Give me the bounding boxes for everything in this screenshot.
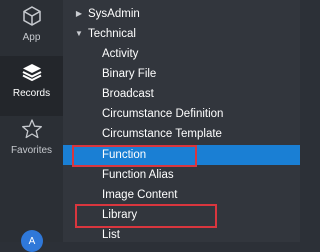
tree-item-image-content[interactable]: Image Content: [63, 185, 300, 205]
cube-icon: [22, 6, 41, 26]
tree-item-label: List: [102, 229, 120, 241]
chevron-right-icon[interactable]: ▶: [74, 4, 84, 24]
nav-app-label: App: [22, 32, 41, 43]
records-tree: ▶ SysAdmin ▼ Technical Activity Binary F…: [63, 0, 300, 242]
nav-favorites[interactable]: Favorites: [0, 113, 63, 173]
tree-item-label: Activity: [102, 48, 139, 60]
left-nav-rail: App Records Favorites A: [0, 0, 63, 252]
tree-group-label: Technical: [88, 28, 136, 40]
tree-item-circumstance-template[interactable]: Circumstance Template: [63, 124, 300, 144]
tree-item-label: Broadcast: [102, 88, 154, 100]
chevron-down-icon[interactable]: ▼: [74, 24, 84, 44]
tree-item-label: Image Content: [102, 189, 178, 201]
tree-item-label: Circumstance Template: [102, 128, 222, 140]
nav-records-label: Records: [12, 88, 51, 99]
tree-group-sysadmin[interactable]: ▶ SysAdmin: [63, 4, 300, 24]
tree-group-technical[interactable]: ▼ Technical: [63, 24, 300, 44]
tree-item-function[interactable]: Function: [63, 145, 300, 165]
user-avatar[interactable]: A: [21, 230, 43, 252]
tree-item-list[interactable]: List: [63, 225, 300, 245]
tree-item-label: Circumstance Definition: [102, 108, 224, 120]
tree-item-binary-file[interactable]: Binary File: [63, 64, 300, 84]
nav-app[interactable]: App: [0, 0, 63, 60]
tree-item-activity[interactable]: Activity: [63, 44, 300, 64]
tree-group-label: SysAdmin: [88, 8, 140, 20]
nav-records[interactable]: Records: [0, 56, 63, 116]
tree-item-function-alias[interactable]: Function Alias: [63, 165, 300, 185]
tree-item-circumstance-definition[interactable]: Circumstance Definition: [63, 104, 300, 124]
star-icon: [21, 119, 42, 139]
tree-item-broadcast[interactable]: Broadcast: [63, 84, 300, 104]
layers-icon: [22, 64, 41, 82]
tree-item-label: Library: [102, 209, 138, 221]
tree-item-label: Function: [102, 149, 147, 161]
nav-favorites-label: Favorites: [10, 145, 53, 156]
tree-item-library[interactable]: Library: [63, 205, 300, 225]
tree-item-label: Function Alias: [102, 169, 174, 181]
tree-item-label: Binary File: [102, 68, 157, 80]
